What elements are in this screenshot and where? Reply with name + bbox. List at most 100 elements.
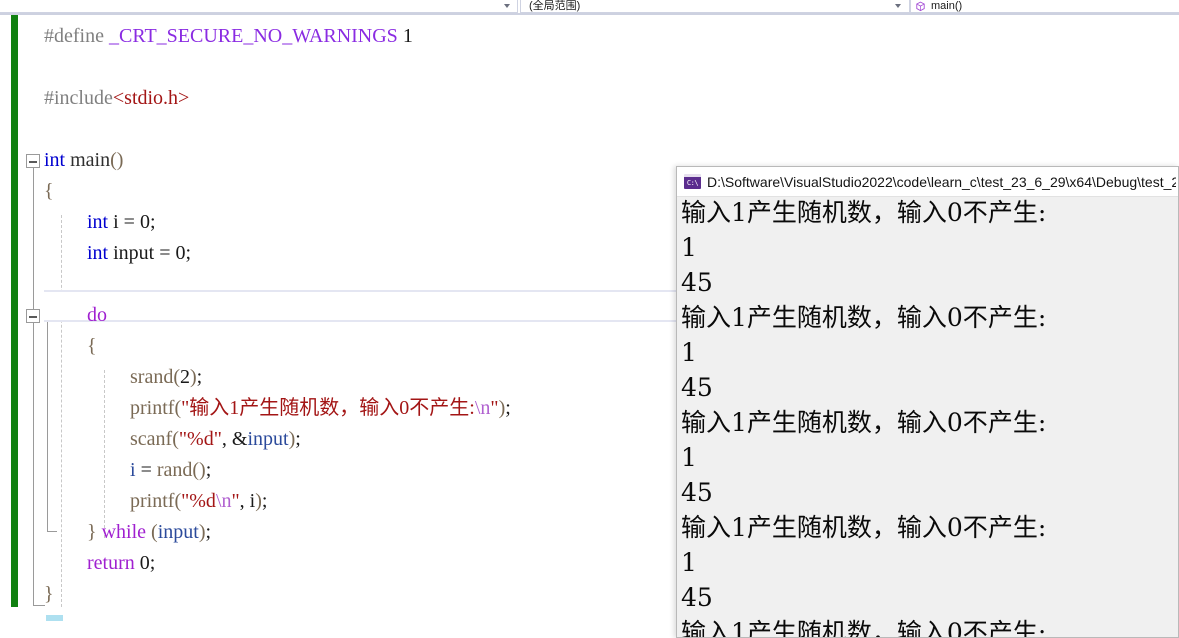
code-line[interactable]: int i = 0; (87, 207, 156, 238)
console-title-text: D:\Software\VisualStudio2022\code\learn_… (707, 174, 1176, 190)
code-token: printf (130, 397, 175, 419)
code-token: ; (196, 366, 203, 388)
code-token: printf (130, 490, 175, 512)
console-output-line: 1 (681, 443, 697, 472)
code-line[interactable]: scanf("%d", &input); (130, 424, 301, 455)
code-line[interactable]: i = rand(); (130, 455, 211, 486)
caret-selection-marker (46, 615, 63, 621)
chevron-down-icon[interactable] (504, 4, 510, 8)
outline-collapse-main[interactable] (26, 154, 40, 168)
code-token: input (157, 521, 199, 543)
code-token: int (44, 149, 66, 171)
console-title-bar[interactable]: C:\ D:\Software\VisualStudio2022\code\le… (677, 167, 1178, 197)
code-token: 0 (139, 552, 150, 574)
code-token: " (231, 490, 240, 512)
code-token: ; (261, 490, 268, 512)
code-token: while (101, 521, 147, 543)
console-window[interactable]: C:\ D:\Software\VisualStudio2022\code\le… (676, 166, 1179, 638)
code-token: i = (108, 211, 140, 233)
code-token: \n (474, 397, 491, 419)
code-token: do (87, 304, 107, 326)
method-icon (916, 1, 925, 12)
code-line[interactable]: printf("%d\n", i); (130, 486, 267, 517)
console-output-line: 1 (681, 338, 697, 367)
chevron-down-icon[interactable] (895, 4, 901, 8)
code-token: ; (205, 459, 212, 481)
outline-collapse-do[interactable] (26, 309, 40, 323)
code-token: () (110, 149, 124, 171)
navigation-bar: (全局范围) main() (0, 0, 1179, 15)
fold-elbow-do (47, 531, 57, 532)
code-line[interactable]: { (87, 331, 97, 362)
code-token: "%d" (178, 428, 222, 450)
change-indicator-bar (11, 15, 18, 607)
code-line[interactable]: return 0; (87, 548, 155, 579)
console-output-line: 1 (681, 548, 697, 577)
code-token: ) (255, 490, 262, 512)
code-token: , & (221, 428, 248, 450)
code-token: ; (149, 211, 156, 233)
code-line[interactable]: printf("输入1产生随机数，输入0不产生:\n"); (130, 393, 511, 424)
code-token: ; (149, 552, 156, 574)
indent-guide (104, 370, 105, 538)
code-line[interactable]: } while (input); (87, 517, 211, 548)
code-token: { (87, 335, 97, 357)
scope-selector-label: (全局范围) (529, 0, 581, 12)
console-output-line: 输入1产生随机数，输入0不产生: (681, 618, 1047, 637)
code-line[interactable]: do (87, 300, 107, 331)
fold-line-do (47, 315, 48, 531)
code-line[interactable]: int input = 0; (87, 238, 191, 269)
code-line[interactable]: #define _CRT_SECURE_NO_WARNINGS 1 (44, 21, 413, 52)
code-line[interactable]: } (44, 579, 54, 610)
code-line[interactable]: srand(2); (130, 362, 202, 393)
console-output-line: 45 (681, 478, 713, 507)
code-token: 0 (139, 211, 150, 233)
code-token: ( (173, 366, 180, 388)
console-output-line: 输入1产生随机数，输入0不产生: (681, 198, 1047, 227)
code-token: } (44, 583, 54, 605)
indent-guide (61, 215, 62, 607)
code-token: #define (44, 25, 109, 47)
console-icon-label: C:\ (686, 179, 699, 187)
code-token: " (490, 397, 499, 419)
project-scope-combo[interactable] (0, 0, 518, 13)
member-selector-label: main() (931, 0, 963, 12)
console-output-line: 输入1产生随机数，输入0不产生: (681, 513, 1047, 542)
console-output-line: 输入1产生随机数，输入0不产生: (681, 408, 1047, 437)
console-output-line: 45 (681, 373, 713, 402)
code-token: () (192, 459, 206, 481)
code-token: int (87, 242, 109, 264)
code-token: input (247, 428, 289, 450)
code-token: = (135, 459, 157, 481)
fold-line-main (33, 160, 34, 605)
code-token: <stdio.h> (112, 87, 190, 109)
code-token: ; (205, 521, 212, 543)
code-token: ( (172, 428, 179, 450)
code-token: return (87, 552, 135, 574)
code-line[interactable]: int main() (44, 145, 123, 176)
code-token: scanf (130, 428, 173, 450)
code-token: ; (505, 397, 511, 419)
console-app-icon: C:\ (684, 174, 701, 189)
console-output-line: 1 (681, 233, 697, 262)
code-token: srand (130, 366, 174, 388)
vs-editor-window: (全局范围) main() #define _CRT_SECURE_NO_WAR… (0, 0, 1179, 638)
code-token: \n (215, 490, 232, 512)
code-token: main (70, 149, 111, 171)
code-token: #include (44, 87, 113, 109)
code-token: ) (190, 366, 197, 388)
console-output-line: 输入1产生随机数，输入0不产生: (681, 303, 1047, 332)
code-token: ) (198, 521, 206, 543)
code-token: ; (185, 242, 192, 264)
code-token: rand (156, 459, 193, 481)
code-token: ; (295, 428, 301, 450)
code-token: } (87, 521, 97, 543)
code-line[interactable]: #include<stdio.h> (44, 83, 189, 114)
code-token: "%d (181, 490, 216, 512)
code-token: { (44, 180, 54, 202)
code-token: "输入1产生随机数，输入0不产生: (181, 397, 475, 419)
code-line[interactable]: { (44, 176, 54, 207)
code-token: int (87, 211, 109, 233)
code-token: 0 (175, 242, 186, 264)
console-output-area[interactable]: 输入1产生随机数，输入0不产生: 1 45 输入1产生随机数，输入0不产生: 1 45 输入… (677, 197, 1178, 637)
